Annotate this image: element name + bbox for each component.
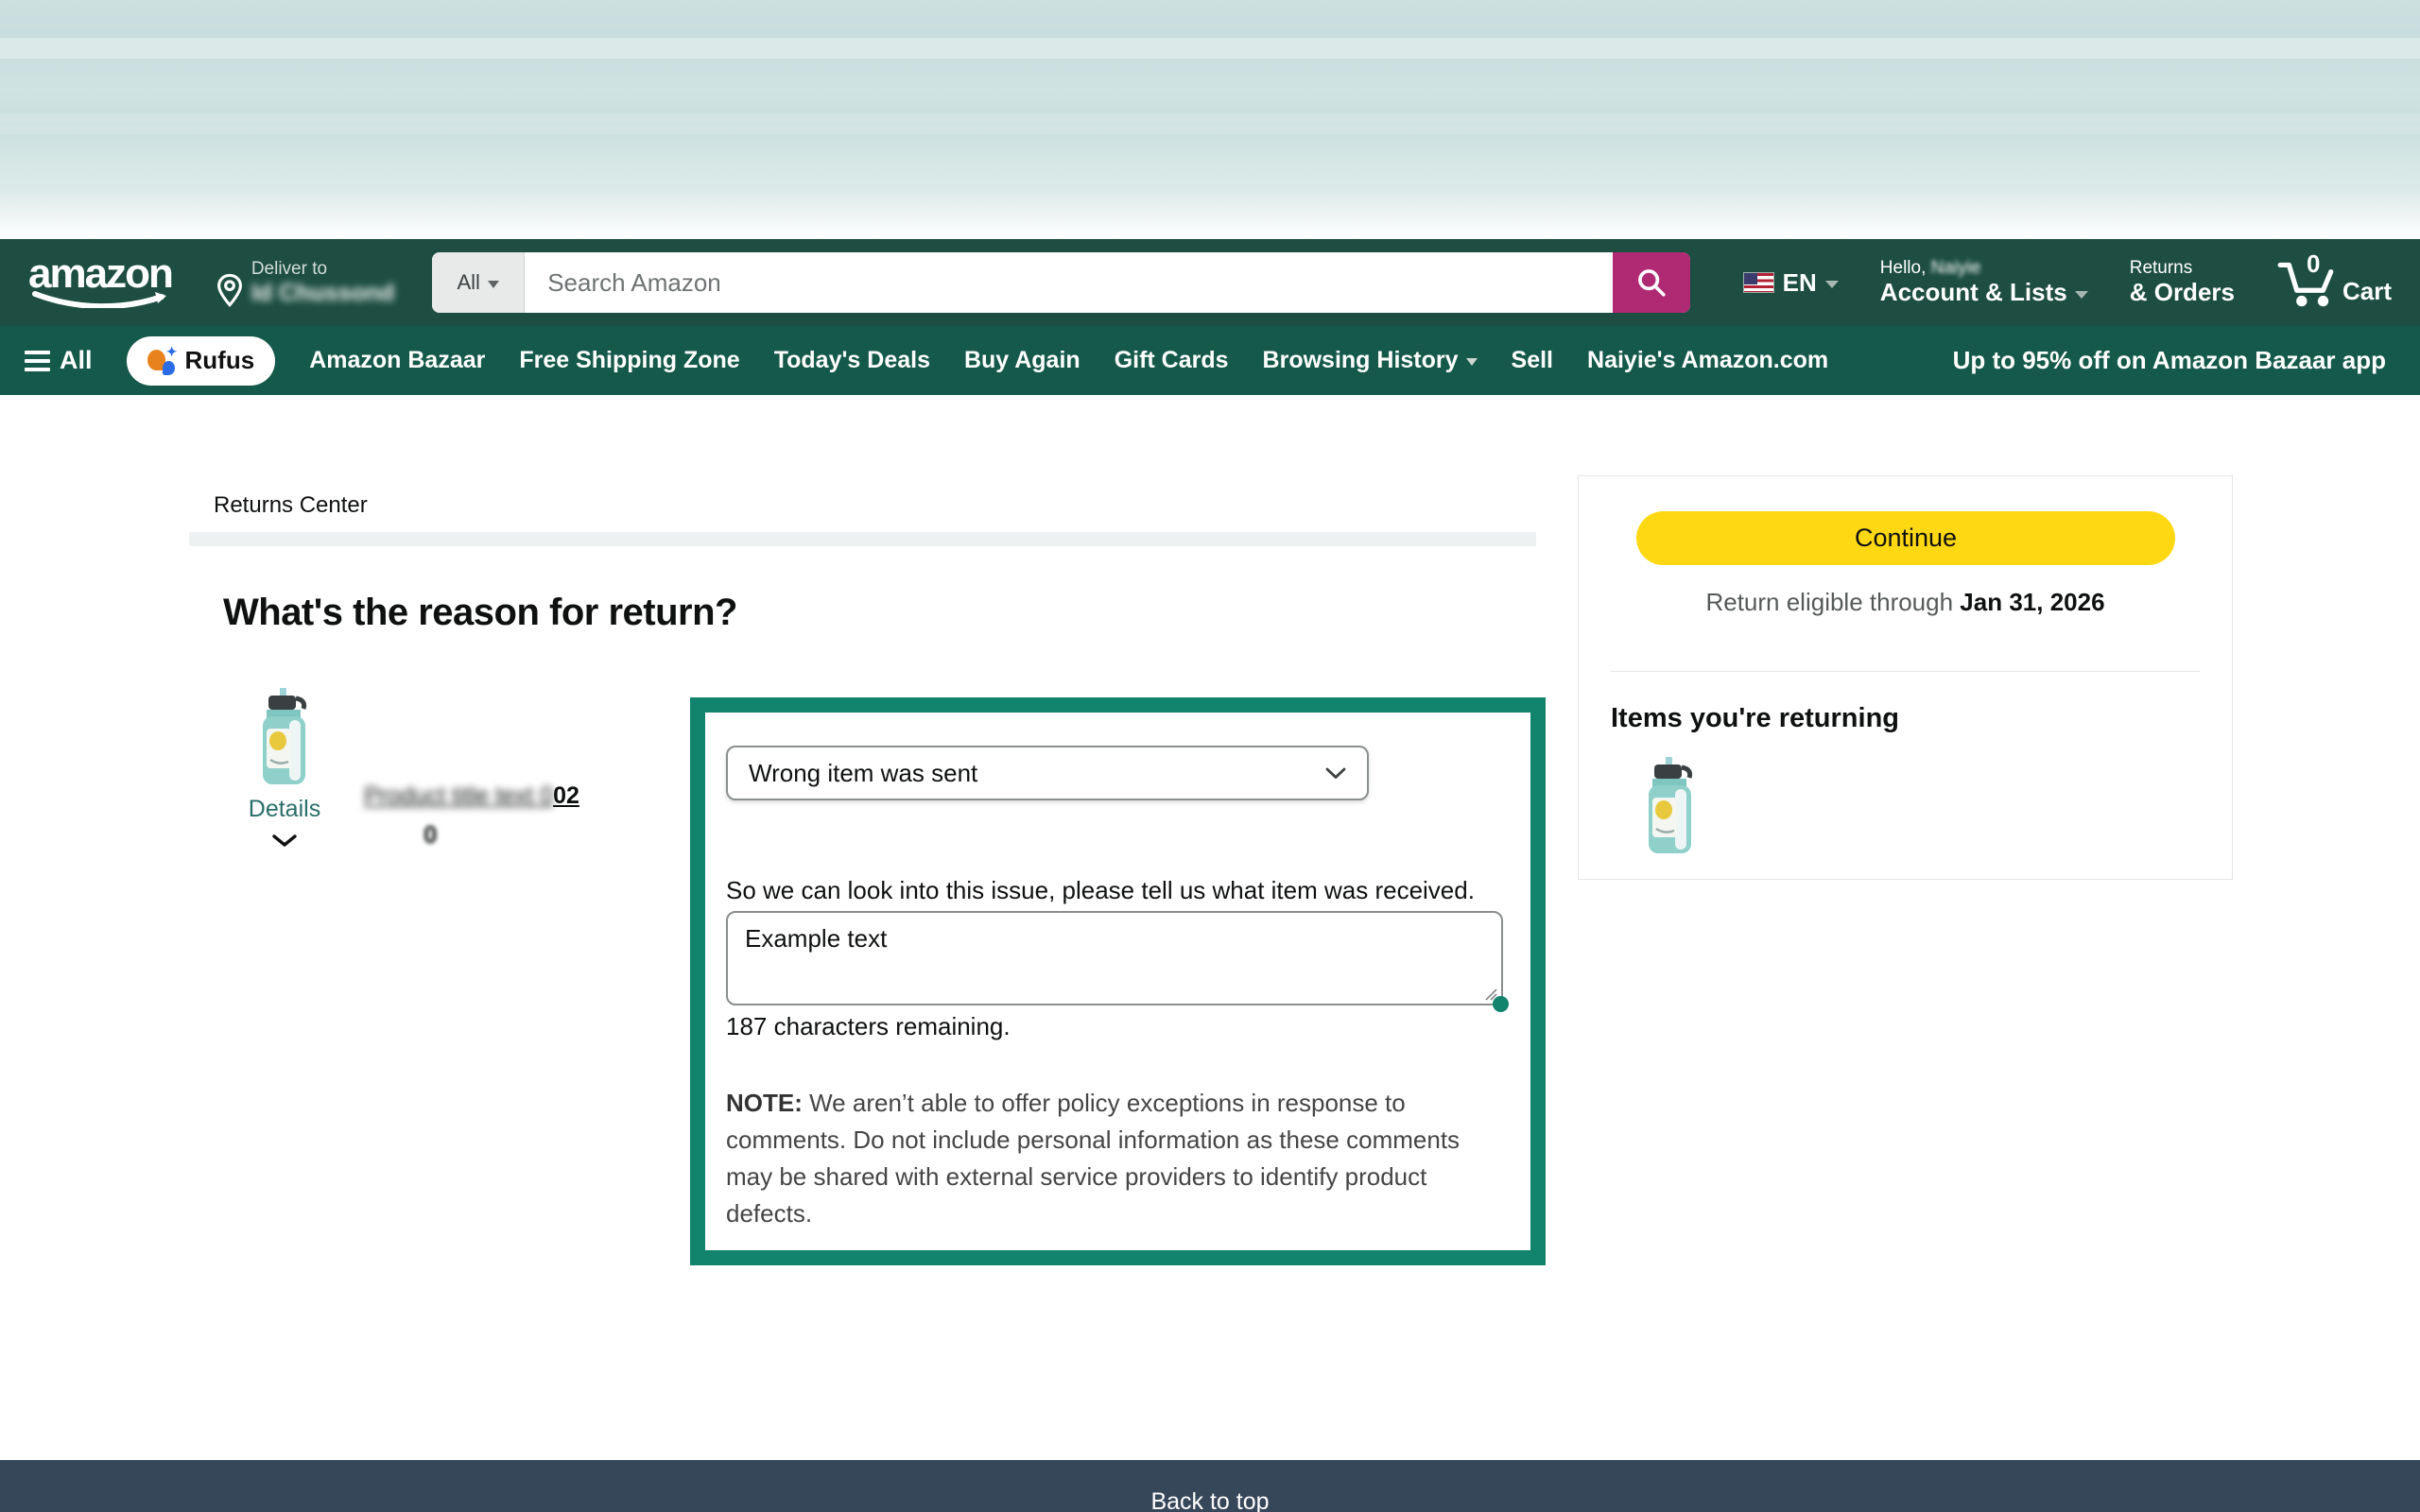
cart-label: Cart	[2342, 277, 2392, 306]
comment-label: So we can look into this issue, please t…	[726, 876, 1510, 905]
policy-note-text: We aren’t able to offer policy exception…	[726, 1089, 1460, 1228]
nav-link-amazon-bazaar[interactable]: Amazon Bazaar	[309, 347, 485, 374]
page-title: What's the reason for return?	[223, 592, 737, 634]
all-menu-label: All	[60, 346, 93, 375]
product-title-redacted: Product title text 0	[364, 782, 553, 809]
product-bottle-image[interactable]	[255, 688, 314, 786]
deliver-to-button[interactable]: Deliver to Id Chussond	[216, 259, 394, 307]
nav-link-buy-again[interactable]: Buy Again	[964, 347, 1080, 374]
returns-line2: & Orders	[2130, 279, 2235, 307]
cursor-dot	[1493, 996, 1509, 1012]
caret-down-icon	[1825, 281, 1839, 288]
greeting-hello: Hello,	[1880, 258, 1927, 278]
banner-streak	[0, 38, 2420, 59]
policy-note-bold: NOTE:	[726, 1089, 803, 1117]
amazon-logo-text: amazon	[28, 257, 172, 291]
product-title-suffix: 02	[553, 782, 579, 809]
promo-banner[interactable]: Up to 95% off on Amazon Bazaar app	[1953, 346, 2395, 375]
banner-streak	[0, 113, 2420, 134]
all-menu-button[interactable]: All	[25, 346, 93, 375]
search-category-label: All	[457, 270, 479, 295]
return-reason-card: What's the reason for return? Details	[189, 546, 1536, 1291]
greeting-name: Naiyie	[1931, 258, 1981, 278]
nav-right-cluster: EN Hello, Naiyie Account & Lists Returns…	[1743, 257, 2392, 308]
search-icon	[1635, 266, 1668, 299]
breadcrumb-label[interactable]: Returns Center	[214, 492, 368, 519]
reason-select[interactable]: Wrong item was sent	[726, 746, 1369, 800]
chars-remaining: 187 characters remaining.	[726, 1012, 1510, 1041]
account-label: Account & Lists	[1880, 279, 2067, 307]
returns-orders-menu[interactable]: Returns & Orders	[2130, 258, 2235, 307]
amazon-logo[interactable]: amazon	[28, 257, 172, 308]
rufus-label: Rufus	[185, 346, 255, 375]
rufus-icon: ✦	[147, 347, 176, 375]
sidebar-divider	[1611, 671, 2200, 672]
reason-highlight-box: Wrong item was sent So we can look into …	[690, 697, 1546, 1265]
account-menu[interactable]: Hello, Naiyie Account & Lists	[1880, 258, 2088, 307]
amazon-smile-icon	[29, 291, 171, 308]
language-selector[interactable]: EN	[1743, 268, 1839, 298]
location-pin-icon	[216, 273, 244, 307]
comment-textarea[interactable]: Example text	[726, 911, 1503, 1005]
caret-down-icon	[488, 281, 499, 288]
cart-count: 0	[2307, 249, 2320, 279]
card-gutter	[189, 532, 1536, 546]
primary-nav: amazon Deliver to Id Chussond All	[0, 239, 2420, 326]
return-eligibility: Return eligible through Jan 31, 2026	[1579, 588, 2232, 617]
return-summary-card: Continue Return eligible through Jan 31,…	[1578, 475, 2233, 880]
search-category-dropdown[interactable]: All	[432, 252, 525, 313]
returning-item-image	[1642, 752, 1699, 860]
nav-link-sell[interactable]: Sell	[1512, 347, 1553, 374]
secondary-nav: All ✦ Rufus Amazon Bazaar Free Shipping …	[0, 326, 2420, 395]
continue-button[interactable]: Continue	[1636, 511, 2175, 565]
us-flag-icon	[1743, 272, 1774, 293]
hero-banner-image	[0, 0, 2420, 239]
nav-link-browsing-history[interactable]: Browsing History	[1263, 347, 1478, 374]
items-returning-heading: Items you're returning	[1611, 703, 1899, 734]
caret-down-icon	[2075, 291, 2088, 299]
comment-textarea-wrap: Example text	[726, 911, 1503, 1010]
deliver-to-label: Deliver to	[251, 259, 394, 280]
hamburger-icon	[25, 351, 50, 371]
rufus-button[interactable]: ✦ Rufus	[127, 336, 276, 386]
eligibility-date: Jan 31, 2026	[1960, 588, 2104, 616]
caret-down-icon	[1466, 358, 1478, 366]
eligibility-prefix: Return eligible through	[1705, 588, 1960, 616]
nav-link-todays-deals[interactable]: Today's Deals	[774, 347, 930, 374]
policy-note: NOTE: We aren’t able to offer policy exc…	[726, 1085, 1512, 1232]
product-subtitle: 0	[424, 820, 437, 850]
search-bar: All	[432, 252, 1689, 313]
main-column: Returns Center What's the reason for ret…	[189, 478, 1536, 1291]
returns-line1: Returns	[2130, 258, 2235, 279]
product-thumbnail-block: Details	[248, 688, 321, 848]
cart-button[interactable]: 0 Cart	[2276, 257, 2392, 308]
chevron-down-icon[interactable]	[272, 834, 297, 848]
nav-link-free-shipping-zone[interactable]: Free Shipping Zone	[519, 347, 739, 374]
language-code: EN	[1783, 268, 1817, 298]
nav-link-gift-cards[interactable]: Gift Cards	[1115, 347, 1229, 374]
nav-link-your-amazon[interactable]: Naiyie's Amazon.com	[1587, 347, 1828, 374]
page: amazon Deliver to Id Chussond All	[0, 0, 2420, 1512]
search-button[interactable]	[1613, 252, 1690, 313]
details-link[interactable]: Details	[249, 796, 320, 823]
search-input[interactable]	[525, 252, 1612, 313]
reason-selected-value: Wrong item was sent	[749, 759, 977, 788]
back-to-top-link[interactable]: Back to top	[0, 1460, 2420, 1512]
select-chevron-icon	[1325, 767, 1346, 780]
deliver-to-location: Id Chussond	[251, 280, 394, 307]
product-title[interactable]: Product title text 002	[364, 782, 610, 810]
footer-bar[interactable]: Back to top	[0, 1460, 2420, 1512]
returns-center-breadcrumb: Returns Center	[189, 478, 1536, 532]
